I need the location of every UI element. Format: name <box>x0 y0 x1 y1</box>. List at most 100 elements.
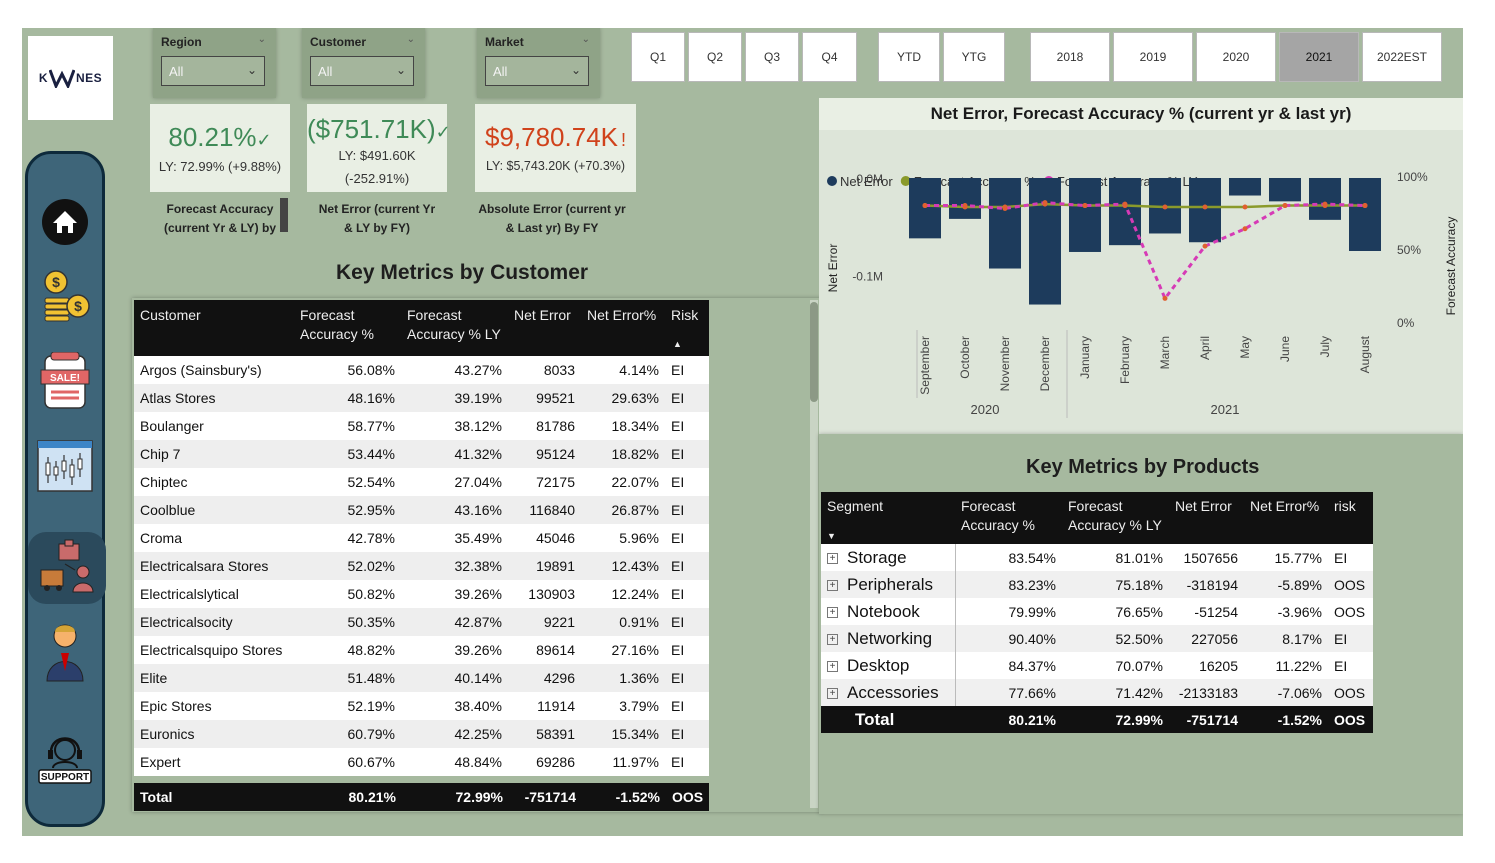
slicer-year-2021[interactable]: 2021 <box>1279 32 1359 82</box>
col-net-error-pct[interactable]: Net Error% <box>581 300 665 356</box>
table-row[interactable]: + Accessories 77.66% 71.42% -2133183 -7.06% OO… <box>821 679 1373 706</box>
table-row[interactable]: Argos (Sainsbury's) 56.08% 43.27% 8033 4.14%… <box>134 356 709 384</box>
line-point <box>1002 205 1008 211</box>
nav-supply-chain[interactable] <box>28 532 106 604</box>
col-forecast-accuracy-ly[interactable]: Forecast Accuracy % LY <box>401 300 508 356</box>
table-cell: EI <box>665 440 709 468</box>
nav-sales[interactable]: SALE! <box>28 346 102 418</box>
nav-finance[interactable]: $ $ <box>28 262 102 334</box>
line-point <box>1202 204 1208 210</box>
table-row[interactable]: Coolblue 52.95% 43.16% 116840 26.87% EI <box>134 496 709 524</box>
expand-plus-icon[interactable]: + <box>827 606 838 618</box>
expand-plus-icon[interactable]: + <box>827 552 838 564</box>
slicer-year-2022est[interactable]: 2022EST <box>1362 32 1442 82</box>
bar-net-error-april <box>1189 178 1221 243</box>
market-filter[interactable]: Market ⌄ All ⌄ <box>477 28 600 98</box>
table-row[interactable]: + Peripherals 83.23% 75.18% -318194 -5.89% OOS <box>821 571 1373 598</box>
table-cell: 42.87% <box>401 608 508 636</box>
nav-analytics[interactable] <box>28 430 102 502</box>
table-row[interactable]: Expert 60.67% 48.84% 69286 11.97% EI <box>134 748 709 776</box>
slicer-ytd[interactable]: YTD <box>878 32 940 82</box>
col-risk[interactable]: Risk ▲ <box>665 300 709 356</box>
table-row[interactable]: + Networking 90.40% 52.50% 227056 8.17% EI <box>821 625 1373 652</box>
table-row[interactable]: Electricalsocity 50.35% 42.87% 9221 0.91% EI <box>134 608 709 636</box>
customer-section-title: Key Metrics by Customer <box>336 261 589 284</box>
customer-name-cell: Croma <box>134 524 294 552</box>
table-row[interactable]: Epic Stores 52.19% 38.40% 11914 3.79% EI <box>134 692 709 720</box>
kpi-net-error: ($751.71K)✓ LY: $491.60K (-252.91%) <box>307 104 451 192</box>
nav-home[interactable] <box>28 186 102 258</box>
customer-filter[interactable]: Customer ⌄ All ⌄ <box>302 28 425 98</box>
expand-plus-icon[interactable]: + <box>827 579 838 591</box>
region-dropdown[interactable]: All ⌄ <box>161 56 265 86</box>
col-customer[interactable]: Customer <box>134 300 294 356</box>
nav-support[interactable]: SUPPORT <box>28 724 102 796</box>
segment-cell: + Networking <box>821 625 956 652</box>
table-row[interactable]: Chip 7 53.44% 41.32% 95124 18.82% EI <box>134 440 709 468</box>
expand-plus-icon[interactable]: + <box>827 660 838 672</box>
table-row[interactable]: + Desktop 84.37% 70.07% 16205 11.22% EI <box>821 652 1373 679</box>
table-row[interactable]: Elite 51.48% 40.14% 4296 1.36% EI <box>134 664 709 692</box>
kpi-scroll-indicator <box>280 198 288 232</box>
slicer-year-2018[interactable]: 2018 <box>1030 32 1110 82</box>
line-point <box>1082 203 1088 209</box>
slicer-year-2019[interactable]: 2019 <box>1113 32 1193 82</box>
kpi-net-error-ly: LY: $491.60K (-252.91%) <box>338 148 416 186</box>
table-row[interactable]: Atlas Stores 48.16% 39.19% 99521 29.63% EI <box>134 384 709 412</box>
col-segment[interactable]: Segment ▼ <box>821 492 955 544</box>
x-tick-label: August <box>1358 335 1372 373</box>
segment-cell: + Storage <box>821 544 956 571</box>
kpi-net-error-value: ($751.71K)✓ <box>307 114 451 144</box>
table-row[interactable]: Boulanger 58.77% 38.12% 81786 18.34% EI <box>134 412 709 440</box>
table-row[interactable]: Euronics 60.79% 42.25% 58391 15.34% EI <box>134 720 709 748</box>
table-row[interactable]: Electricalslytical 50.82% 39.26% 130903 12.2… <box>134 580 709 608</box>
customer-table-scrollbar[interactable] <box>810 300 818 808</box>
table-cell: 83.23% <box>955 571 1062 598</box>
table-cell: 52.02% <box>294 552 401 580</box>
supply-chain-icon <box>40 539 94 593</box>
slicer-q1[interactable]: Q1 <box>631 32 685 82</box>
table-row[interactable]: Croma 42.78% 35.49% 45046 5.96% EI <box>134 524 709 552</box>
segment-cell: + Accessories <box>821 679 956 706</box>
table-row[interactable]: Chiptec 52.54% 27.04% 72175 22.07% EI <box>134 468 709 496</box>
slicer-q4[interactable]: Q4 <box>802 32 857 82</box>
table-cell: 4296 <box>508 664 581 692</box>
warning-icon: ! <box>621 130 627 150</box>
col-net-error-pct[interactable]: Net Error% <box>1244 492 1328 544</box>
slicer-q3[interactable]: Q3 <box>745 32 799 82</box>
dashboard-canvas: K NES $ $ SALE! SUPPORT Region ⌄ All ⌄ C… <box>22 28 1463 836</box>
col-forecast-accuracy-ly[interactable]: Forecast Accuracy % LY <box>1062 492 1169 544</box>
table-cell: 77.66% <box>955 679 1062 706</box>
table-row[interactable]: Electricalsquipo Stores 48.82% 39.26% 89614… <box>134 636 709 664</box>
scrollbar-thumb[interactable] <box>810 302 818 402</box>
region-filter[interactable]: Region ⌄ All ⌄ <box>153 28 276 98</box>
table-row[interactable]: Electricalsara Stores 52.02% 32.38% 19891 12… <box>134 552 709 580</box>
home-icon <box>42 199 88 245</box>
table-cell: EI <box>665 636 709 664</box>
expand-plus-icon[interactable]: + <box>827 687 838 699</box>
slicer-q2[interactable]: Q2 <box>688 32 742 82</box>
table-row[interactable]: + Notebook 79.99% 76.65% -51254 -3.96% OOS <box>821 598 1373 625</box>
line-point <box>1202 243 1208 249</box>
table-cell: 19891 <box>508 552 581 580</box>
col-risk[interactable]: risk <box>1328 492 1373 544</box>
market-dropdown[interactable]: All ⌄ <box>485 56 589 86</box>
slicer-ytg[interactable]: YTG <box>943 32 1005 82</box>
slicer-year-2020[interactable]: 2020 <box>1196 32 1276 82</box>
kpi-forecast-accuracy-caption: Forecast Accuracy (current Yr & LY) by <box>163 202 277 236</box>
table-cell: 1.36% <box>581 664 665 692</box>
customer-name-cell: Electricalsquipo Stores <box>134 636 294 664</box>
table-cell: 79.99% <box>955 598 1062 625</box>
nav-executive[interactable] <box>28 616 102 688</box>
col-forecast-accuracy[interactable]: Forecast Accuracy % <box>955 492 1062 544</box>
customer-name-cell: Chiptec <box>134 468 294 496</box>
customer-dropdown[interactable]: All ⌄ <box>310 56 414 86</box>
col-net-error[interactable]: Net Error <box>508 300 581 356</box>
customer-table-visual: Customer Forecast Accuracy % Forecast Ac… <box>132 298 822 812</box>
table-cell: 52.50% <box>1062 625 1169 652</box>
col-net-error[interactable]: Net Error <box>1169 492 1244 544</box>
col-forecast-accuracy[interactable]: Forecast Accuracy % <box>294 300 401 356</box>
table-row[interactable]: + Storage 83.54% 81.01% 1507656 15.77% EI <box>821 544 1373 571</box>
expand-plus-icon[interactable]: + <box>827 633 838 645</box>
x-tick-label: June <box>1278 336 1292 362</box>
